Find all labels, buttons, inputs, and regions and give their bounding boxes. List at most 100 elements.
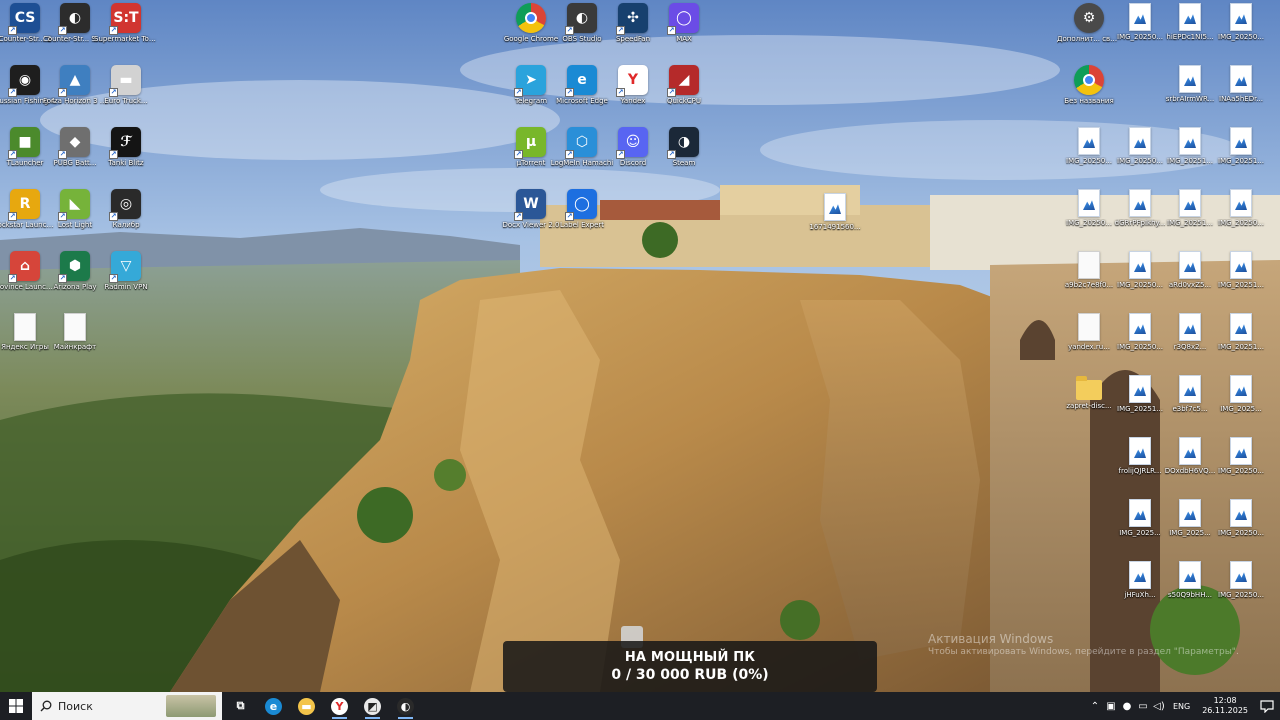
google-chrome-icon[interactable]: Google Chrome [504,3,558,63]
taskbar-pinned-apps: ⧉ e ▬ Y ◩ ◐ [224,692,422,720]
label-expert-icon[interactable]: ◯ ↗ Label Expert [556,189,608,249]
counter-strike-2-icon[interactable]: CS ↗ Counter-Str... 2 [0,3,51,63]
quickcpu-logo-icon: ◢ ↗ [667,65,699,97]
img-file-17[interactable]: IMG_20251... [1215,251,1267,311]
edge-taskbar-button[interactable]: e [257,692,290,720]
image-file-icon [1179,561,1201,589]
img-file-20[interactable]: IMG_20251... [1215,313,1267,373]
image-file-icon [1230,189,1252,217]
image-file-icon [1179,499,1201,527]
supermarket-together-icon[interactable]: S:T↗Supermarket Together [94,3,158,63]
donation-goal-widget: НА МОЩНЫЙ ПК 0 / 30 000 RUB (0%) [503,641,877,692]
icon-label: Без названия [1064,97,1114,105]
volume-icon[interactable]: ◁) [1151,692,1167,720]
image-file-icon [1179,251,1201,279]
microsoft-edge-logo-icon: e ↗ [565,65,597,97]
docx-viewer-icon[interactable]: W ↗ Docx Viewer 2.0 [502,189,560,249]
obs-taskbar-button[interactable]: ◐ [389,692,422,720]
max-icon[interactable]: ◯ ↗ MAX [658,3,710,63]
euro-truck-logo-icon: ▬ ↗ [109,65,141,97]
telegram-icon[interactable]: ➤ ↗ Telegram [505,65,557,125]
center-image-file[interactable]: 1671491560... [809,193,861,253]
shortcut-arrow-icon: ↗ [8,274,17,283]
img-file-32[interactable]: IMG_20250... [1215,561,1267,621]
fishing-4-icon[interactable]: ◉ ↗ Russian Fishing 4 [0,65,55,125]
image-file-icon [824,193,846,221]
quickcpu-icon[interactable]: ◢ ↗ QuickCPU [658,65,710,125]
taskbar: Поиск ⧉ e ▬ Y ◩ ◐ ⌃ ▣ ● ▭ ◁) ENG 12:08 26.11.… [0,692,1280,720]
image-file-icon [1230,127,1252,155]
shortcut-arrow-icon: ↗ [109,274,118,283]
icon-label: IMG_2025... [1220,405,1262,413]
radmin-vpn-icon[interactable]: ▽ ↗ Radmin VPN [100,251,152,311]
kaliber-icon[interactable]: ◎ ↗ Калибр [100,189,152,249]
rockstar-launcher-logo-icon: R ↗ [8,189,40,221]
pubg-icon[interactable]: ◆ ↗ PUBG Batt... [49,127,101,187]
image-file-icon [1230,561,1252,589]
rockstar-launcher-icon[interactable]: R↗Rockstar Launcher [0,189,57,249]
network-icon[interactable]: ▭ [1135,692,1151,720]
image-file-icon [1078,189,1100,217]
img-file-23[interactable]: IMG_2025... [1215,375,1267,435]
icon-label: Euro Truck... [104,97,148,105]
shortcut-arrow-icon: ↗ [514,212,523,221]
shortcut-arrow-icon: ↗ [514,88,523,97]
minecraft-file-icon[interactable]: Майнкрафт [49,313,101,373]
shortcut-arrow-icon: ↗ [58,26,67,35]
yandex-taskbar-button[interactable]: Y [323,692,356,720]
euro-truck-icon[interactable]: ▬ ↗ Euro Truck... [100,65,152,125]
arizona-play-icon[interactable]: ⬢ ↗ Arizona Play [49,251,101,311]
yandex-logo-icon: Y ↗ [616,65,648,97]
start-button[interactable] [0,692,32,720]
icon-label: Radmin VPN [104,283,148,291]
shortcut-arrow-icon: ↗ [565,150,574,159]
app-taskbar-button[interactable]: ◩ [356,692,389,720]
speedfan-icon[interactable]: ✣ ↗ SpeedFan [607,3,659,63]
img-file-3[interactable]: IMG_20250... [1215,3,1267,63]
pubg-logo-icon: ◆ ↗ [58,127,90,159]
utorrent-logo-icon: µ ↗ [514,127,546,159]
microsoft-edge-icon[interactable]: e ↗ Microsoft Edge [556,65,608,125]
province-launcher-icon[interactable]: ⌂↗Province Launcher [0,251,57,311]
language-indicator[interactable]: ENG [1167,702,1196,711]
hamachi-icon[interactable]: ⬡ ↗ LogMeIn Hamachi [551,127,613,187]
lost-light-logo-icon: ◣ ↗ [58,189,90,221]
yandex-icon[interactable]: Y ↗ Yandex [607,65,659,125]
utorrent-icon[interactable]: µ ↗ µTorrent [505,127,557,187]
icon-label: IMG_20250... [1218,591,1264,599]
lost-light-icon[interactable]: ◣ ↗ Lost Light [49,189,101,249]
image-file-icon [1078,127,1100,155]
kaliber-logo-icon: ◎ ↗ [109,189,141,221]
file-explorer-icon: ▬ [298,697,315,715]
img-file-14[interactable]: IMG_20250... [1215,189,1267,249]
img-file-29[interactable]: IMG_20250... [1215,499,1267,559]
search-placeholder: Поиск [58,699,93,713]
image-file-icon [1129,437,1151,465]
img-file-6[interactable]: INAa5hEDr... [1215,65,1267,125]
notification-center-button[interactable] [1254,699,1280,713]
taskbar-search-box[interactable]: Поиск [32,692,222,720]
img-file-26[interactable]: IMG_20250... [1215,437,1267,497]
clock[interactable]: 12:08 26.11.2025 [1196,696,1254,716]
image-file-icon [1179,189,1201,217]
shortcut-arrow-icon: ↗ [8,212,17,221]
file-icon [64,313,86,341]
discord-logo-icon: ☺ ↗ [616,127,648,159]
img-file-10[interactable]: IMG_20251... [1215,127,1267,187]
untitled-chrome-icon[interactable]: Без названия [1063,65,1115,125]
clock-date: 26.11.2025 [1202,706,1248,715]
steam-icon[interactable]: ◑ ↗ Steam [658,127,710,187]
forza-horizon-logo-icon: ▲ ↗ [58,65,90,97]
image-file-icon [1230,313,1252,341]
forza-horizon-icon[interactable]: ▲ ↗ Forza Horizon 3 0... [43,65,107,125]
tray-app-icon[interactable]: ▣ [1103,692,1119,720]
task-view-button[interactable]: ⧉ [224,692,257,720]
minecraft-icon[interactable]: ■ ↗ TLauncher [0,127,51,187]
microphone-icon[interactable]: ● [1119,692,1135,720]
file-explorer-button[interactable]: ▬ [290,692,323,720]
counter-strike-source-icon[interactable]: ◐↗Counter-Str... Source [43,3,107,63]
obs-studio-icon[interactable]: ◐ ↗ OBS Studio [556,3,608,63]
chevron-up-icon[interactable]: ⌃ [1087,692,1103,720]
discord-icon[interactable]: ☺ ↗ Discord [607,127,659,187]
tanki-icon[interactable]: ℱ ↗ Tanki Blitz [100,127,152,187]
